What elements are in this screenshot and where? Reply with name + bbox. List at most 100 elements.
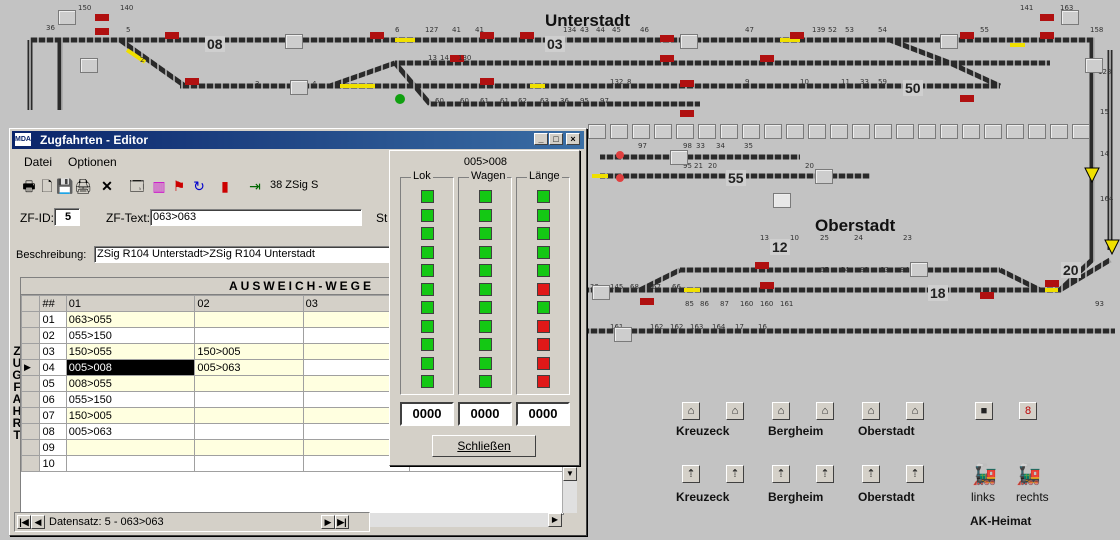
new-document-icon[interactable]: 🗋	[38, 177, 56, 195]
block-slot[interactable]	[874, 124, 892, 139]
table-cell[interactable]	[194, 375, 304, 392]
table-cell[interactable]	[194, 311, 304, 328]
track-block[interactable]	[290, 80, 308, 95]
menu-datei[interactable]: Datei	[24, 155, 52, 169]
table-cell[interactable]	[194, 455, 304, 472]
table-cell[interactable]: 03	[39, 343, 67, 360]
delete-icon[interactable]: ✕	[98, 177, 116, 195]
house-down-icon[interactable]: ⇡	[816, 465, 834, 483]
block-slot[interactable]	[588, 124, 606, 139]
columns-icon[interactable]: ▥	[150, 177, 168, 195]
table-cell[interactable]	[194, 439, 304, 456]
next-record-icon[interactable]: ▶	[321, 515, 335, 529]
table-cell[interactable]	[194, 423, 304, 440]
block-slot[interactable]	[1072, 124, 1090, 139]
block-slot[interactable]	[742, 124, 760, 139]
close-icon[interactable]: ×	[566, 133, 580, 145]
scroll-down-icon[interactable]: ▼	[563, 467, 577, 481]
scroll-right-icon[interactable]: ▶	[548, 513, 562, 527]
house-up-icon[interactable]: ⌂	[682, 402, 700, 420]
print-icon[interactable]: 🖨	[74, 177, 92, 195]
block-slot[interactable]	[720, 124, 738, 139]
grid-column-header[interactable]: 02	[194, 295, 304, 312]
table-cell[interactable]: 07	[39, 407, 67, 424]
table-cell[interactable]: 005>008	[65, 359, 196, 376]
table-cell[interactable]: 005>063	[65, 423, 196, 440]
block-slot[interactable]	[940, 124, 958, 139]
zf-text-field[interactable]: 063>063	[150, 209, 362, 226]
table-cell[interactable]	[65, 439, 196, 456]
maximize-icon[interactable]: □	[549, 133, 563, 145]
house-down-icon[interactable]: ⇡	[862, 465, 880, 483]
print-preview-icon[interactable]: 🖶	[20, 177, 38, 195]
house-up-icon[interactable]: ⌂	[816, 402, 834, 420]
track-block[interactable]	[815, 169, 833, 184]
house-down-icon[interactable]: ⇡	[906, 465, 924, 483]
table-cell[interactable]	[65, 455, 196, 472]
table-cell[interactable]: 055>150	[65, 327, 196, 344]
block-slot[interactable]	[786, 124, 804, 139]
block-slot[interactable]	[1050, 124, 1068, 139]
table-cell[interactable]: 005>063	[194, 359, 304, 376]
house-up-icon[interactable]: ⌂	[726, 402, 744, 420]
track-block[interactable]	[680, 34, 698, 49]
table-cell[interactable]	[194, 407, 304, 424]
track-block[interactable]	[670, 150, 688, 165]
info-icon[interactable]: ▮	[216, 177, 234, 195]
refresh-icon[interactable]: ↻	[190, 177, 208, 195]
block-slot[interactable]	[918, 124, 936, 139]
square-icon[interactable]: ■	[975, 402, 993, 420]
signal-icon[interactable]: 8	[1019, 402, 1037, 420]
save-icon[interactable]: 💾	[56, 177, 74, 195]
grid-column-header[interactable]: 01	[65, 295, 196, 312]
table-cell[interactable]: 02	[39, 327, 67, 344]
track-block[interactable]	[285, 34, 303, 49]
block-slot[interactable]	[764, 124, 782, 139]
track-block[interactable]	[910, 262, 928, 277]
track-block[interactable]	[592, 285, 610, 300]
locomotive-marker[interactable]	[773, 193, 791, 208]
house-up-icon[interactable]: ⌂	[862, 402, 880, 420]
track-block[interactable]	[80, 58, 98, 73]
table-cell[interactable]: 09	[39, 439, 67, 456]
zf-id-field[interactable]: 5	[54, 208, 80, 226]
house-down-icon[interactable]: ⇡	[772, 465, 790, 483]
block-slot[interactable]	[984, 124, 1002, 139]
table-cell[interactable]: 01	[39, 311, 67, 328]
house-down-icon[interactable]: ⇡	[726, 465, 744, 483]
table-cell[interactable]: 008>055	[65, 375, 196, 392]
grid-column-header[interactable]: ##	[39, 295, 67, 312]
block-slot[interactable]	[676, 124, 694, 139]
track-block[interactable]	[614, 327, 632, 342]
last-record-icon[interactable]: ▶|	[335, 515, 349, 529]
window-titlebar[interactable]: MDA Zugfahrten - Editor _ □ ×	[12, 131, 584, 149]
vertical-scrollbar[interactable]: ▼	[562, 467, 577, 513]
table-cell[interactable]: 06	[39, 391, 67, 408]
table-cell[interactable]	[194, 327, 304, 344]
table-cell[interactable]: 04	[39, 359, 67, 376]
block-slot[interactable]	[632, 124, 650, 139]
block-slot[interactable]	[698, 124, 716, 139]
locomotive-right-icon[interactable]: 🚂	[1016, 462, 1041, 487]
track-block[interactable]	[58, 10, 76, 25]
exit-icon[interactable]: ⇥	[246, 177, 264, 195]
block-slot[interactable]	[830, 124, 848, 139]
block-slot[interactable]	[654, 124, 672, 139]
track-block[interactable]	[940, 34, 958, 49]
house-up-icon[interactable]: ⌂	[906, 402, 924, 420]
table-cell[interactable]: 150>005	[65, 407, 196, 424]
prev-record-icon[interactable]: ◀	[31, 515, 45, 529]
locomotive-left-icon[interactable]: 🚂	[972, 462, 997, 487]
house-up-icon[interactable]: ⌂	[772, 402, 790, 420]
train-icon[interactable]: ⚑	[170, 177, 188, 195]
block-slot[interactable]	[962, 124, 980, 139]
table-cell[interactable]: 05	[39, 375, 67, 392]
lok-wagen-laenge-panel[interactable]: 005>008 Lok Wagen Länge 0000 0000 0000 S…	[389, 150, 580, 466]
track-block[interactable]	[1085, 58, 1103, 73]
first-record-icon[interactable]: |◀	[17, 515, 31, 529]
block-slot[interactable]	[1028, 124, 1046, 139]
beschreibung-field[interactable]: ZSig R104 Unterstadt>ZSig R104 Unterstad…	[94, 246, 394, 263]
close-button[interactable]: Schließen	[432, 435, 536, 457]
table-cell[interactable]: 08	[39, 423, 67, 440]
table-cell[interactable]	[194, 391, 304, 408]
